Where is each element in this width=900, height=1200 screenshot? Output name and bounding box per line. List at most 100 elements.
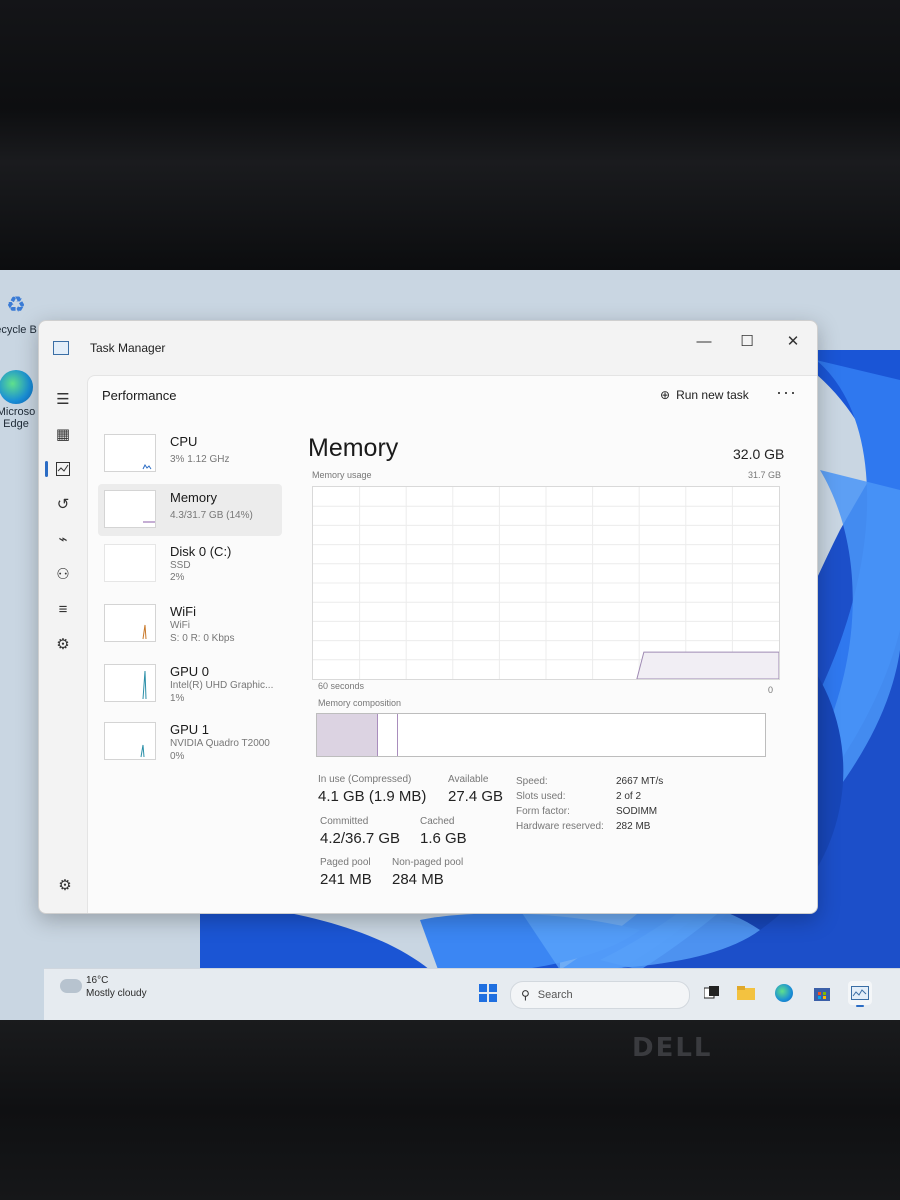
- device-item-wifi[interactable]: WiFi WiFi S: 0 R: 0 Kbps: [98, 598, 282, 650]
- hardware-reserved-label: Hardware reserved:: [516, 821, 604, 832]
- folder-icon: [737, 986, 755, 1000]
- device-subtitle: 3% 1.12 GHz: [170, 454, 230, 465]
- in-use-segment: [317, 714, 378, 756]
- slots-used-label: Slots used:: [516, 791, 566, 802]
- memory-total: 32.0 GB: [733, 446, 785, 462]
- windows-logo-icon: [479, 984, 497, 1002]
- wifi-thumbnail-graph: [104, 604, 156, 642]
- weather-temperature[interactable]: 16°C: [86, 975, 108, 986]
- run-new-task-label: Run new task: [676, 388, 749, 402]
- cloud-icon: [60, 979, 82, 993]
- memory-usage-label: Memory usage: [312, 470, 372, 480]
- page-title: Performance: [102, 388, 177, 403]
- startup-apps-icon[interactable]: ⌁: [47, 523, 79, 555]
- search-placeholder: Search: [537, 989, 573, 1001]
- task-manager-taskbar-button[interactable]: [848, 981, 872, 1007]
- device-subtitle: NVIDIA Quadro T2000: [170, 738, 270, 749]
- device-throughput: S: 0 R: 0 Kbps: [170, 633, 235, 644]
- speed-label: Speed:: [516, 776, 548, 787]
- memory-thumbnail-graph: [104, 490, 156, 528]
- details-icon[interactable]: ≡: [47, 593, 79, 625]
- device-item-memory[interactable]: Memory 4.3/31.7 GB (14%): [98, 484, 282, 536]
- performance-icon[interactable]: [45, 453, 79, 485]
- memory-usage-graph: [312, 486, 780, 680]
- hamburger-icon[interactable]: ☰: [47, 383, 79, 415]
- cpu-thumbnail-graph: [104, 434, 156, 472]
- speed-value: 2667 MT/s: [616, 776, 664, 787]
- maximize-button[interactable]: ☐: [727, 327, 767, 355]
- nonpaged-pool-label: Non-paged pool: [392, 857, 464, 868]
- edge-taskbar-button[interactable]: [772, 981, 796, 1005]
- processes-icon[interactable]: ▦: [47, 418, 79, 450]
- device-subtitle: WiFi: [170, 620, 190, 631]
- desktop-screen: ♻ ecycle B Microso Edge Task Manager — ☐…: [0, 270, 900, 1020]
- device-item-gpu0[interactable]: GPU 0 Intel(R) UHD Graphic... 1%: [98, 658, 282, 710]
- device-utilization: 1%: [170, 693, 185, 704]
- close-button[interactable]: ✕: [773, 327, 813, 355]
- modified-segment: [377, 714, 398, 756]
- graph-axis-right: 0: [768, 685, 774, 695]
- task-view-button[interactable]: [700, 981, 724, 1005]
- paged-pool-label: Paged pool: [320, 857, 371, 868]
- file-explorer-button[interactable]: [734, 981, 758, 1005]
- task-manager-window: Task Manager — ☐ ✕ ☰ ▦ ↺ ⌁ ⚇ ≡ ⚙ ⚙ Perfo…: [38, 320, 818, 914]
- paged-pool-value: 241 MB: [320, 871, 372, 888]
- available-value: 27.4 GB: [448, 788, 504, 805]
- app-history-icon[interactable]: ↺: [47, 488, 79, 520]
- device-name: GPU 0: [170, 664, 210, 679]
- committed-label: Committed: [320, 816, 369, 827]
- form-factor-value: SODIMM: [616, 806, 658, 817]
- search-icon: ⚲: [521, 988, 530, 1002]
- more-options-button[interactable]: ···: [776, 382, 797, 403]
- device-name: WiFi: [170, 604, 196, 619]
- taskbar-search[interactable]: ⚲ Search: [510, 981, 690, 1009]
- device-name: Disk 0 (C:): [170, 544, 232, 559]
- device-name: GPU 1: [170, 722, 210, 737]
- taskbar: 16°C Mostly cloudy ⚲ Search: [44, 968, 900, 1020]
- services-icon[interactable]: ⚙: [47, 628, 79, 660]
- available-label: Available: [448, 774, 489, 785]
- active-indicator: [856, 1005, 864, 1007]
- monitor-bezel-top: [0, 0, 900, 270]
- title-bar[interactable]: Task Manager — ☐ ✕: [39, 321, 817, 371]
- edge-icon: [0, 370, 33, 404]
- graph-axis-left: 60 seconds: [318, 681, 365, 691]
- edge-icon: [775, 984, 793, 1002]
- memory-composition-label: Memory composition: [318, 698, 402, 708]
- device-item-disk0[interactable]: Disk 0 (C:) SSD 2%: [98, 538, 282, 590]
- run-new-task-button[interactable]: ⊕ Run new task: [656, 386, 753, 404]
- task-manager-app-icon: [53, 341, 69, 355]
- task-manager-icon: [851, 986, 869, 1000]
- hardware-reserved-value: 282 MB: [616, 821, 651, 832]
- device-utilization: 2%: [170, 572, 185, 583]
- cached-value: 1.6 GB: [420, 830, 467, 847]
- disk-thumbnail-graph: [104, 544, 156, 582]
- run-task-icon: ⊕: [660, 388, 671, 402]
- memory-usage-chart: [313, 487, 780, 680]
- memory-heading: Memory: [308, 434, 399, 462]
- memory-composition-bar: [316, 713, 766, 757]
- start-button[interactable]: [476, 981, 500, 1005]
- monitor-bezel-bottom: [0, 1020, 900, 1200]
- memory-usage-max: 31.7 GB: [748, 470, 782, 480]
- weather-condition[interactable]: Mostly cloudy: [86, 988, 147, 999]
- minimize-button[interactable]: —: [684, 327, 724, 355]
- device-item-cpu[interactable]: CPU 3% 1.12 GHz: [98, 428, 282, 480]
- in-use-value: 4.1 GB (1.9 MB): [318, 788, 427, 805]
- memory-usage-area: [636, 651, 780, 680]
- store-button[interactable]: [810, 981, 834, 1005]
- recycle-bin-icon: ♻: [6, 292, 26, 317]
- device-subtitle: SSD: [170, 560, 191, 571]
- monitor-brand-logo: DELL: [632, 1033, 713, 1063]
- settings-icon[interactable]: ⚙: [49, 869, 81, 901]
- device-item-gpu1[interactable]: GPU 1 NVIDIA Quadro T2000 0%: [98, 716, 282, 768]
- users-icon[interactable]: ⚇: [47, 558, 79, 590]
- in-use-label: In use (Compressed): [318, 774, 412, 785]
- device-name: CPU: [170, 434, 198, 449]
- navigation-rail: ☰ ▦ ↺ ⌁ ⚇ ≡ ⚙: [45, 383, 83, 663]
- device-subtitle: Intel(R) UHD Graphic...: [170, 680, 274, 691]
- performance-pane: Performance ⊕ Run new task ··· CPU 3% 1.…: [87, 375, 817, 913]
- form-factor-label: Form factor:: [516, 806, 570, 817]
- gpu0-thumbnail-graph: [104, 664, 156, 702]
- slots-used-value: 2 of 2: [616, 791, 642, 802]
